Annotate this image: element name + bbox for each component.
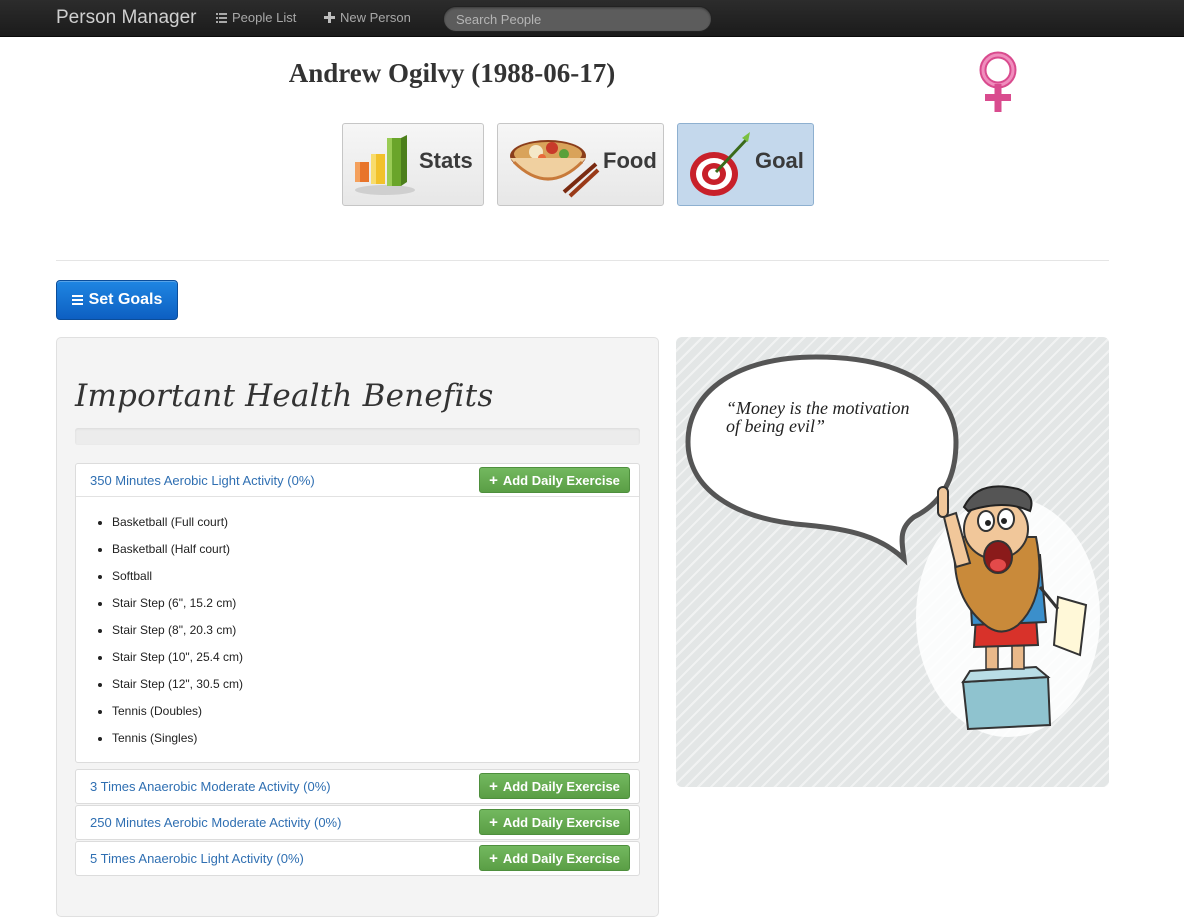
goal-panel: 3 Times Anaerobic Moderate Activity (0%)… xyxy=(75,769,640,804)
divider xyxy=(56,260,1109,261)
target-dart-icon xyxy=(690,132,750,196)
overall-progress-bar xyxy=(75,428,640,445)
add-daily-exercise-button[interactable]: + Add Daily Exercise xyxy=(479,467,630,493)
goal-panel-body: Basketball (Full court) Basketball (Half… xyxy=(76,497,639,762)
list-item: Stair Step (6", 15.2 cm) xyxy=(112,590,639,617)
plus-icon: + xyxy=(489,813,498,831)
goal-link[interactable]: 350 Minutes Aerobic Light Activity (0%) xyxy=(90,473,315,488)
list-icon xyxy=(216,12,227,23)
bar-chart-icon xyxy=(355,135,415,195)
set-goals-label: Set Goals xyxy=(88,291,163,308)
nav-new-person[interactable]: New Person xyxy=(324,10,411,25)
add-daily-exercise-button[interactable]: + Add Daily Exercise xyxy=(479,773,630,799)
add-daily-exercise-button[interactable]: + Add Daily Exercise xyxy=(479,809,630,835)
tab-food[interactable]: Food xyxy=(497,123,664,206)
plus-icon: + xyxy=(489,849,498,867)
nav-people-list-label: People List xyxy=(232,10,297,25)
set-goals-button[interactable]: Set Goals xyxy=(56,280,178,320)
health-benefits-panel: Important Health Benefits 350 Minutes Ae… xyxy=(56,337,659,917)
search-input[interactable] xyxy=(443,6,712,32)
plus-icon: + xyxy=(489,777,498,795)
health-benefits-title: Important Health Benefits xyxy=(75,378,494,414)
nav-new-person-label: New Person xyxy=(340,10,411,25)
list-item: Tennis (Doubles) xyxy=(112,698,639,725)
quote-text: “Money is the motivation of being evil” xyxy=(726,398,910,436)
goal-panel: 350 Minutes Aerobic Light Activity (0%) … xyxy=(75,463,640,763)
goal-panel: 5 Times Anaerobic Light Activity (0%) + … xyxy=(75,841,640,876)
tab-goal[interactable]: Goal xyxy=(677,123,814,206)
add-daily-exercise-label: Add Daily Exercise xyxy=(502,850,620,866)
noodle-bowl-icon xyxy=(510,140,600,198)
quote-box: “Money is the motivation of being evil” xyxy=(676,337,1109,787)
list-item: Stair Step (12", 30.5 cm) xyxy=(112,671,639,698)
female-symbol-icon xyxy=(979,51,1017,112)
page-title: Andrew Ogilvy (1988-06-17) xyxy=(288,58,616,88)
goal-link[interactable]: 5 Times Anaerobic Light Activity (0%) xyxy=(90,851,304,866)
list-item: Tennis (Singles) xyxy=(112,725,639,752)
goal-link[interactable]: 3 Times Anaerobic Moderate Activity (0%) xyxy=(90,779,331,794)
list-item: Basketball (Half court) xyxy=(112,536,639,563)
goal-panel: 250 Minutes Aerobic Moderate Activity (0… xyxy=(75,805,640,840)
add-daily-exercise-button[interactable]: + Add Daily Exercise xyxy=(479,845,630,871)
add-daily-exercise-label: Add Daily Exercise xyxy=(502,778,620,794)
goal-link[interactable]: 250 Minutes Aerobic Moderate Activity (0… xyxy=(90,815,341,830)
goal-panel-header: 3 Times Anaerobic Moderate Activity (0%)… xyxy=(76,770,639,803)
goal-panel-header: 250 Minutes Aerobic Moderate Activity (0… xyxy=(76,806,639,839)
add-daily-exercise-label: Add Daily Exercise xyxy=(502,472,620,488)
list-item: Basketball (Full court) xyxy=(112,509,639,536)
cartoon-old-man-icon xyxy=(916,485,1100,737)
add-daily-exercise-label: Add Daily Exercise xyxy=(502,814,620,830)
list-item: Stair Step (10", 25.4 cm) xyxy=(112,644,639,671)
list-item: Stair Step (8", 20.3 cm) xyxy=(112,617,639,644)
goal-panel-header: 5 Times Anaerobic Light Activity (0%) + … xyxy=(76,842,639,875)
list-icon xyxy=(71,295,83,305)
navbar: Person Manager People List New Person xyxy=(0,0,1184,37)
list-item: Softball xyxy=(112,563,639,590)
tab-food-label: Food xyxy=(603,148,657,173)
goal-panel-header: 350 Minutes Aerobic Light Activity (0%) … xyxy=(76,464,639,497)
exercise-list: Basketball (Full court) Basketball (Half… xyxy=(76,509,639,752)
nav-people-list[interactable]: People List xyxy=(216,10,296,25)
brand[interactable]: Person Manager xyxy=(56,7,196,29)
plus-icon xyxy=(324,12,335,23)
tab-stats[interactable]: Stats xyxy=(342,123,484,206)
plus-icon: + xyxy=(489,471,498,489)
tab-goal-label: Goal xyxy=(755,148,804,173)
tab-stats-label: Stats xyxy=(419,148,473,173)
